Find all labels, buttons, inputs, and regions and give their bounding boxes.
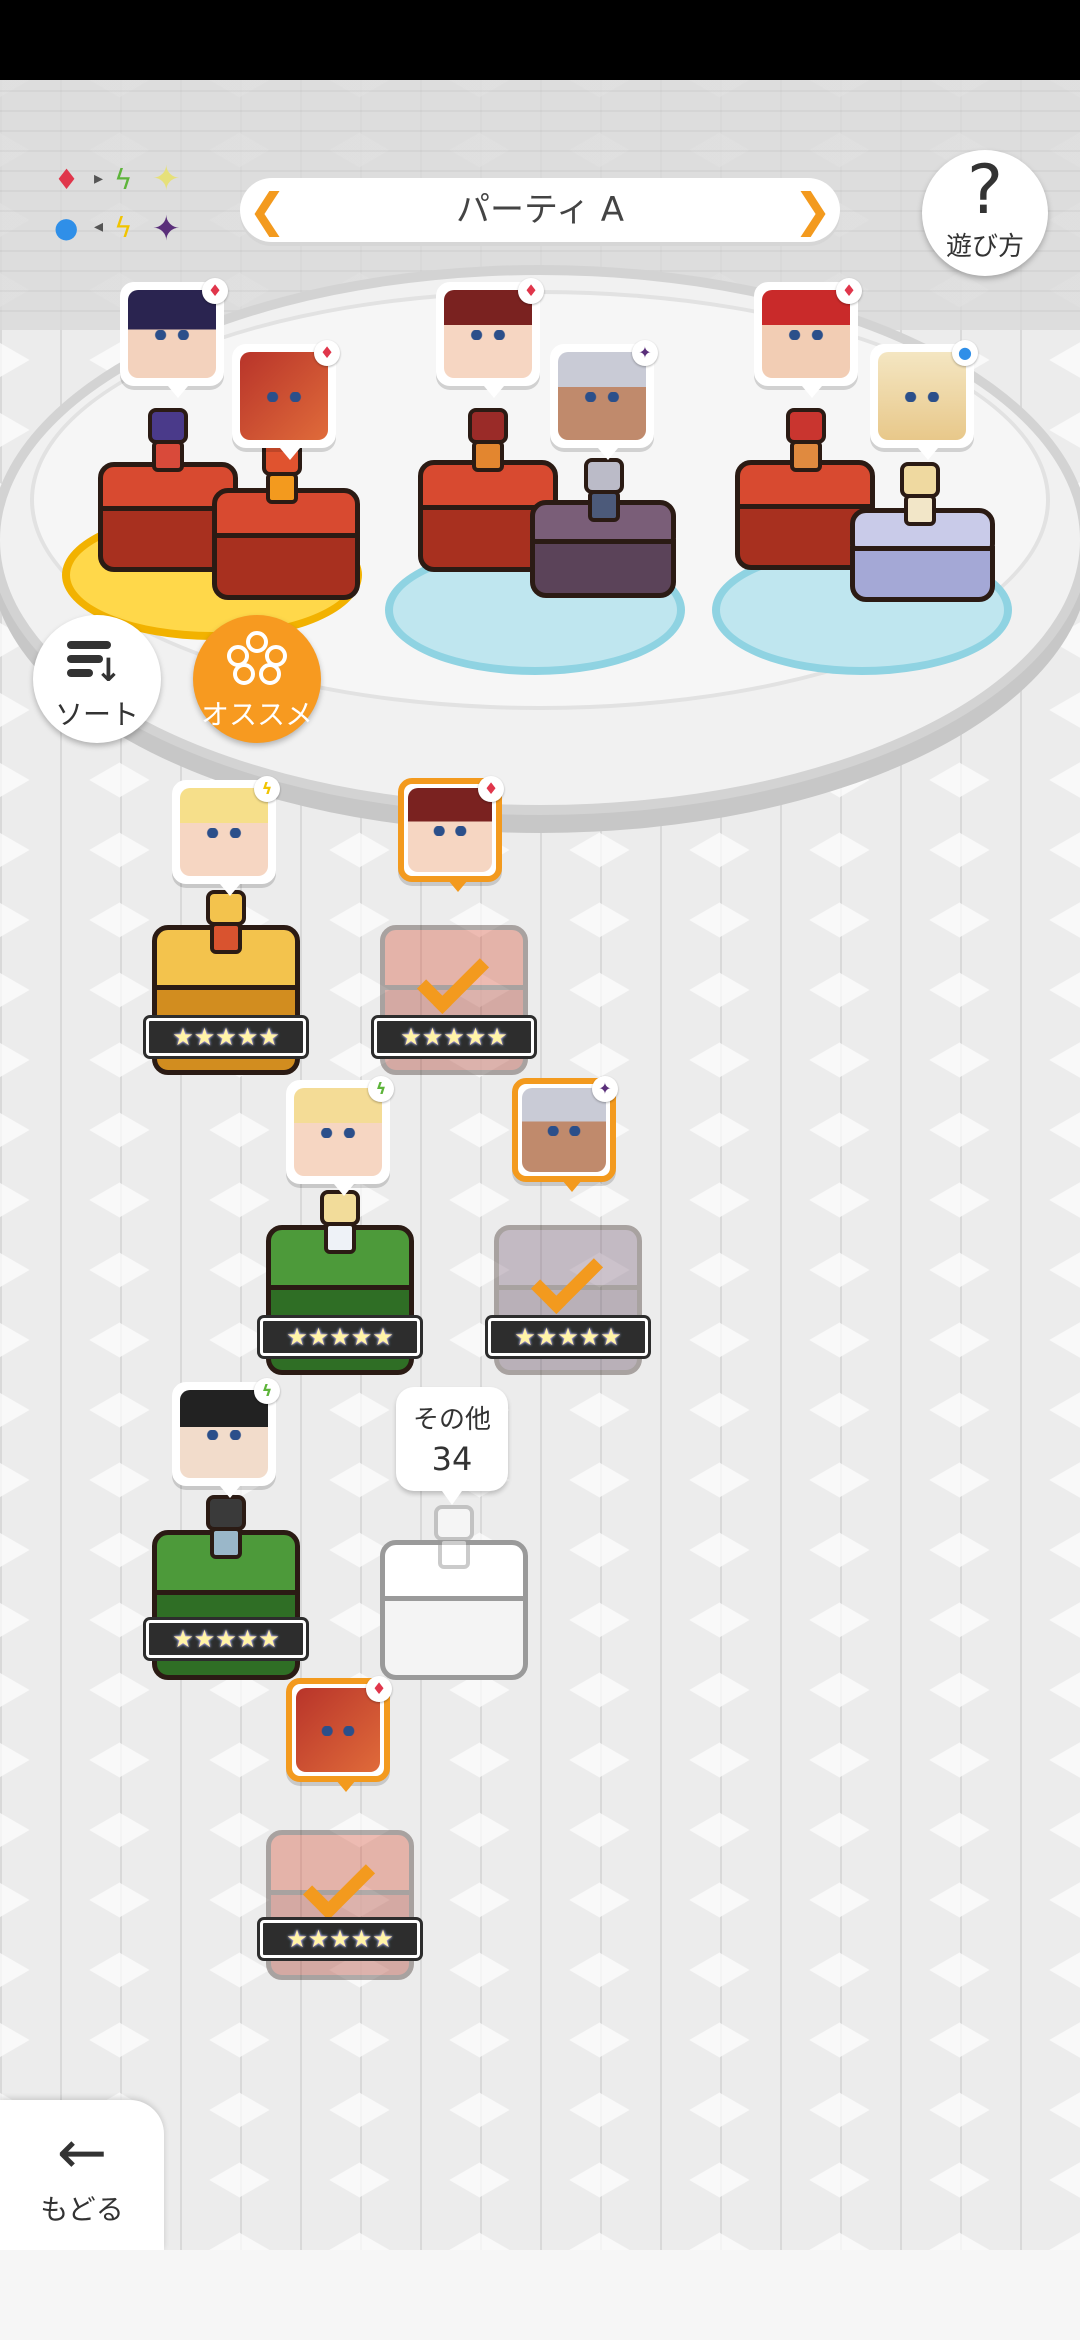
wind-element-icon: ϟ <box>114 163 133 196</box>
water-element-icon: ● <box>54 211 79 244</box>
party-portrait-5[interactable]: ♦ <box>754 278 862 398</box>
roster-portrait-5[interactable]: ϟ <box>172 1378 280 1498</box>
sort-button[interactable]: ↓ ソート <box>33 615 161 743</box>
roster-portrait-4[interactable]: ✦ <box>512 1076 618 1192</box>
others-sprite-outline <box>424 1505 484 1571</box>
recommend-label: オススメ <box>200 698 313 731</box>
how-to-play-button[interactable]: ? 遊び方 <box>922 150 1048 276</box>
roster-portrait-3[interactable]: ϟ <box>286 1076 394 1196</box>
roster-portrait-2[interactable]: ♦ <box>398 776 504 892</box>
element-chart[interactable]: ♦ ▸ ϟ ✦ ● ◂ ϟ ✦ <box>52 162 192 252</box>
recommend-button[interactable]: オススメ <box>193 615 321 743</box>
water-element-icon: ● <box>952 340 978 366</box>
party-sprite-3 <box>458 408 518 474</box>
roster-sprite-1 <box>196 890 256 956</box>
thunder-element-icon: ϟ <box>114 211 133 244</box>
rarity-stars: ★★★★★ <box>146 1018 306 1056</box>
party-sprite-6 <box>890 462 950 528</box>
others-label: その他 <box>412 1405 491 1435</box>
how-to-play-label: 遊び方 <box>945 232 1024 262</box>
roster-sprite-5 <box>196 1495 256 1561</box>
fire-element-icon: ♦ <box>54 163 80 196</box>
wind-element-icon: ϟ <box>254 1378 280 1404</box>
party-title: パーティ A <box>455 190 625 230</box>
party-sprite-5 <box>776 408 836 474</box>
chevron-right-icon: ▸ <box>94 168 104 189</box>
fire-element-icon: ♦ <box>478 776 504 802</box>
thunder-element-icon: ϟ <box>254 776 280 802</box>
roster-sprite-3 <box>310 1190 370 1256</box>
fire-element-icon: ♦ <box>366 1676 392 1702</box>
back-label: もどる <box>40 2193 124 2226</box>
roster-portrait-6[interactable]: ♦ <box>286 1676 392 1792</box>
dark-element-icon: ✦ <box>152 209 181 249</box>
roster-portrait-1[interactable]: ϟ <box>172 776 280 896</box>
others-bubble[interactable]: その他 34 <box>396 1387 508 1505</box>
dark-element-icon: ✦ <box>592 1076 618 1102</box>
question-icon: ? <box>966 151 1004 230</box>
next-party-button[interactable]: ❯ <box>793 184 832 236</box>
party-portrait-2[interactable]: ♦ <box>232 340 340 460</box>
others-count: 34 <box>431 1440 473 1478</box>
rarity-stars: ★★★★★ <box>260 1920 420 1958</box>
party-portrait-6[interactable]: ● <box>870 340 978 460</box>
rarity-stars: ★★★★★ <box>146 1620 306 1658</box>
dark-element-icon: ✦ <box>632 340 658 366</box>
back-button[interactable]: ← もどる <box>0 2100 164 2250</box>
sort-arrow-icon: ↓ <box>95 651 122 689</box>
party-portrait-1[interactable]: ♦ <box>120 278 228 398</box>
rarity-stars: ★★★★★ <box>260 1318 420 1356</box>
rarity-stars: ★★★★★ <box>488 1318 648 1356</box>
flower-icon <box>227 631 287 687</box>
fire-element-icon: ♦ <box>836 278 862 304</box>
fire-element-icon: ♦ <box>202 278 228 304</box>
party-portrait-3[interactable]: ♦ <box>436 278 544 398</box>
back-arrow-icon: ← <box>56 2118 108 2188</box>
party-selector: ❮ パーティ A ❯ <box>240 178 840 242</box>
party-sprite-1 <box>138 408 198 474</box>
sort-label: ソート <box>54 698 139 731</box>
light-element-icon: ✦ <box>152 159 181 199</box>
party-sprite-4 <box>574 458 634 524</box>
fire-element-icon: ♦ <box>518 278 544 304</box>
party-portrait-4[interactable]: ✦ <box>550 340 658 460</box>
rarity-stars: ★★★★★ <box>374 1018 534 1056</box>
fire-element-icon: ♦ <box>314 340 340 366</box>
status-bar <box>0 0 1080 80</box>
chevron-left-icon: ◂ <box>94 216 104 237</box>
system-nav-area <box>0 2250 1080 2340</box>
wind-element-icon: ϟ <box>368 1076 394 1102</box>
